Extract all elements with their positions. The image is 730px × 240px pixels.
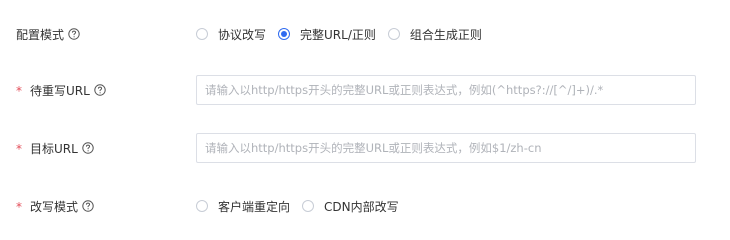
target-url-input[interactable] bbox=[196, 133, 696, 163]
config-mode-label: 配置模式 bbox=[16, 19, 80, 49]
question-circle-icon[interactable] bbox=[94, 84, 106, 96]
question-circle-icon[interactable] bbox=[68, 28, 80, 40]
radio-circle[interactable] bbox=[387, 28, 400, 40]
rewrite-url-input[interactable] bbox=[196, 75, 696, 105]
radio-circle[interactable] bbox=[196, 200, 208, 212]
target-url-label: * 目标URL bbox=[16, 133, 94, 163]
radio-client-redirect[interactable]: 客户端重定向 bbox=[196, 198, 290, 215]
config-mode-row: 配置模式 协议改写 完整URL/正则 组合生成正则 bbox=[0, 19, 730, 49]
rewrite-mode-label: * 改写模式 bbox=[16, 191, 94, 221]
rewrite-url-label-text: 待重写URL bbox=[30, 83, 90, 98]
radio-circle[interactable] bbox=[196, 28, 208, 40]
radio-circle[interactable] bbox=[278, 28, 291, 40]
radio-cdn-internal-rewrite[interactable]: CDN内部改写 bbox=[302, 198, 399, 215]
question-circle-icon[interactable] bbox=[82, 142, 94, 154]
radio-full-url-regex[interactable]: 完整URL/正则 bbox=[278, 26, 376, 43]
question-circle-icon[interactable] bbox=[82, 200, 94, 212]
required-marker: * bbox=[16, 84, 22, 98]
radio-label: 客户端重定向 bbox=[218, 199, 291, 214]
radio-protocol-rewrite[interactable]: 协议改写 bbox=[196, 26, 266, 43]
target-url-row: * 目标URL bbox=[0, 133, 730, 163]
config-mode-radio-group: 协议改写 完整URL/正则 组合生成正则 bbox=[196, 19, 494, 49]
radio-circle[interactable] bbox=[302, 200, 315, 212]
rewrite-url-label: * 待重写URL bbox=[16, 75, 106, 105]
target-url-label-text: 目标URL bbox=[30, 141, 78, 156]
radio-label: 协议改写 bbox=[218, 27, 267, 42]
rewrite-mode-row: * 改写模式 客户端重定向 CDN内部改写 bbox=[0, 191, 730, 221]
radio-label: 完整URL/正则 bbox=[300, 27, 376, 42]
required-marker: * bbox=[16, 142, 22, 156]
rewrite-mode-label-text: 改写模式 bbox=[30, 199, 79, 214]
radio-label: 组合生成正则 bbox=[409, 27, 482, 42]
radio-combined-regex[interactable]: 组合生成正则 bbox=[387, 26, 482, 43]
config-mode-label-text: 配置模式 bbox=[16, 27, 65, 42]
rewrite-mode-radio-group: 客户端重定向 CDN内部改写 bbox=[196, 191, 411, 221]
rewrite-url-row: * 待重写URL bbox=[0, 75, 730, 105]
required-marker: * bbox=[16, 200, 22, 214]
radio-label: CDN内部改写 bbox=[324, 199, 399, 214]
